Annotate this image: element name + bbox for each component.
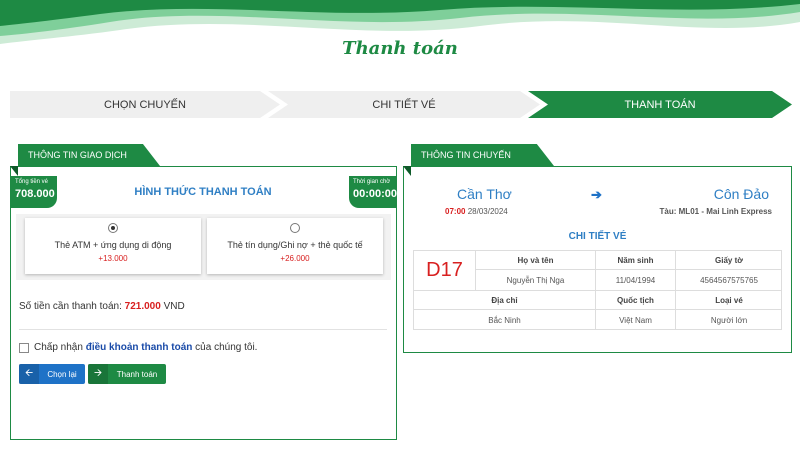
method-radio[interactable] [290, 223, 300, 233]
total-label: Tổng tiền vé [15, 179, 49, 185]
ticket-table: D17 Họ và tên Năm sinh Giấy tờ Nguyễn Th… [413, 250, 782, 330]
step-payment[interactable]: THANH TOÁN [528, 91, 792, 118]
method-label: Thẻ tín dụng/Ghi nợ + thẻ quốc tế [227, 240, 363, 250]
value-ticket-type: Người lớn [710, 315, 748, 325]
departure-time: 07:00 [445, 207, 466, 216]
value-address: Bắc Ninh [414, 310, 596, 330]
transaction-ribbon: THÔNG TIN GIAO DỊCH [18, 144, 160, 166]
arrow-left-icon: 🡨 [19, 364, 39, 384]
value-birth-date: 11/04/1994 [596, 270, 676, 291]
amount-value: 721.000 [124, 301, 161, 312]
terms-prefix: Chấp nhận [34, 342, 83, 353]
value-full-name: Nguyễn Thị Nga [476, 270, 596, 291]
transaction-panel: Tổng tiền vé 708.000 HÌNH THỨC THANH TOÁ… [10, 166, 397, 440]
trip-panel: Cần Thơ ➔ Côn Đảo 07:00 28/03/2024 Tàu: … [403, 166, 792, 353]
header-ticket-type: Loại vé [676, 291, 782, 310]
choose-again-button[interactable]: 🡨 Chọn lại [19, 364, 85, 384]
divider [19, 329, 387, 330]
step-ticket-details[interactable]: CHI TIẾT VÉ [268, 91, 540, 118]
header-full-name: Họ và tên [476, 251, 596, 270]
step-choose-trip[interactable]: CHỌN CHUYẾN [10, 91, 280, 118]
amount-unit: VND [163, 301, 185, 312]
amount-due: Số tiền cần thanh toán: 721.000 VND [19, 301, 185, 312]
method-fee: +13.000 [98, 254, 128, 263]
method-radio[interactable] [108, 223, 118, 233]
route-destination: Côn Đảo [713, 186, 769, 202]
terms-link[interactable]: điều khoản thanh toán [86, 342, 193, 353]
checkout-steps: CHỌN CHUYẾN CHI TIẾT VÉ THANH TOÁN [10, 91, 792, 118]
total-badge: Tổng tiền vé 708.000 [11, 176, 57, 208]
trip-ribbon: THÔNG TIN CHUYẾN [411, 144, 554, 166]
terms-checkbox[interactable] [19, 342, 29, 353]
departure-info: 07:00 28/03/2024 [445, 207, 508, 216]
method-fee: +26.000 [280, 254, 310, 263]
departure-date: 28/03/2024 [467, 207, 508, 216]
wait-time-value: 00:00:00 [353, 188, 398, 200]
wait-time-badge: Thời gian chờ 00:00:00 [349, 176, 398, 208]
wait-time-label: Thời gian chờ [353, 179, 391, 185]
terms-suffix: của chúng tôi. [195, 342, 258, 353]
pay-label: Thanh toán [116, 369, 158, 379]
step-label: THANH TOÁN [624, 98, 696, 111]
route-origin: Cần Thơ [457, 186, 512, 202]
header-birth-date: Năm sinh [596, 251, 676, 270]
pay-button[interactable]: 🡪 Thanh toán [88, 364, 166, 384]
train-info: Tàu: ML01 - Mai Linh Express [659, 207, 772, 216]
method-credit-card[interactable]: Thẻ tín dụng/Ghi nợ + thẻ quốc tế +26.00… [207, 218, 383, 274]
header-address: Địa chỉ [414, 291, 596, 310]
choose-again-label: Chọn lại [47, 369, 77, 379]
payment-methods: Thẻ ATM + ứng dụng di động +13.000 Thẻ t… [16, 214, 391, 280]
arrow-right-icon: 🡪 [88, 364, 108, 384]
method-label: Thẻ ATM + ứng dụng di động [54, 240, 172, 250]
header-nationality: Quốc tịch [596, 291, 676, 310]
terms-agreement: Chấp nhận điều khoản thanh toán của chún… [19, 342, 257, 353]
seat-number: D17 [414, 251, 476, 291]
amount-label: Số tiền cần thanh toán: [19, 301, 122, 312]
step-label: CHI TIẾT VÉ [372, 98, 436, 111]
payment-method-title: HÌNH THỨC THANH TOÁN [134, 186, 272, 198]
payment-header: Tổng tiền vé 708.000 HÌNH THỨC THANH TOÁ… [11, 176, 398, 208]
total-value: 708.000 [15, 188, 55, 200]
value-id-document: 4564567575765 [676, 270, 782, 291]
value-nationality: Việt Nam [596, 310, 676, 330]
header-id-document: Giấy tờ [676, 251, 782, 270]
page-title: Thanh toán [342, 38, 458, 59]
step-label: CHỌN CHUYẾN [104, 98, 186, 111]
method-atm-card[interactable]: Thẻ ATM + ứng dụng di động +13.000 [25, 218, 201, 274]
ticket-detail-title: CHI TIẾT VÉ [568, 231, 627, 242]
arrow-right-icon: ➔ [591, 187, 602, 202]
